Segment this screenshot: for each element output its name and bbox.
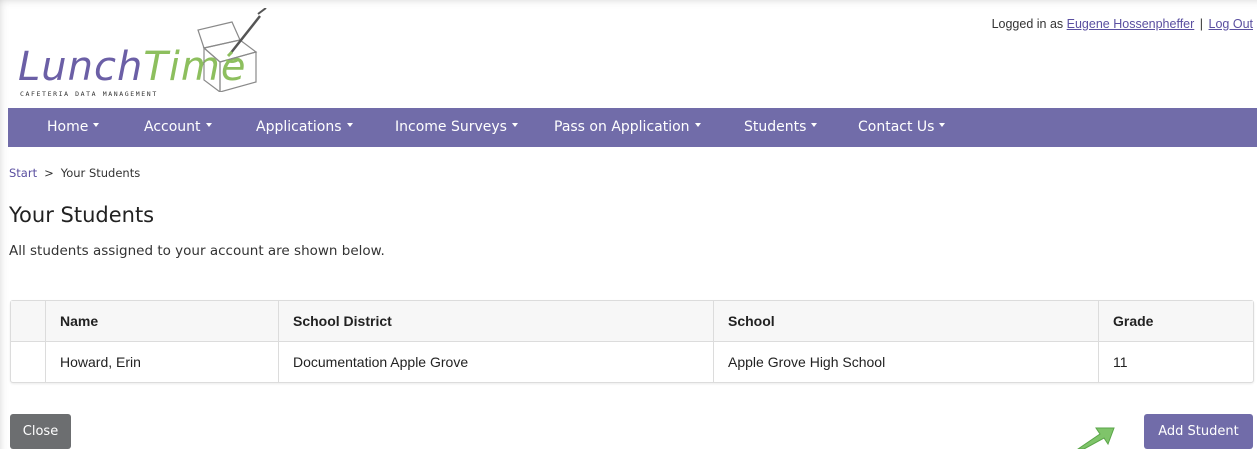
nav-item-label: Students: [744, 119, 807, 135]
nav-item-home[interactable]: Home: [47, 119, 100, 135]
main-nav: Home Account Applications Income Surveys…: [8, 108, 1257, 147]
column-header-school-district[interactable]: School District: [278, 301, 714, 342]
nav-item-contact-us[interactable]: Contact Us: [858, 119, 946, 135]
nav-item-students[interactable]: Students: [744, 119, 818, 135]
app-window: LunchTime CAFETERIA DATA MANAGEMENT Logg…: [0, 0, 1257, 449]
nav-item-pass-on-application[interactable]: Pass on Application: [554, 119, 701, 135]
nav-item-label: Income Surveys: [395, 119, 507, 135]
nav-item-applications[interactable]: Applications: [256, 119, 353, 135]
column-header-grade[interactable]: Grade: [1098, 301, 1253, 342]
nav-item-label: Contact Us: [858, 119, 935, 135]
table-header-row: Name School District School Grade: [11, 301, 1253, 342]
logo-tagline: CAFETERIA DATA MANAGEMENT: [20, 90, 158, 98]
caret-down-icon: [694, 123, 701, 127]
nav-item-account[interactable]: Account: [144, 119, 212, 135]
logout-link[interactable]: Log Out: [1209, 17, 1253, 31]
caret-down-icon: [511, 123, 518, 127]
caret-down-icon: [93, 123, 100, 127]
page-description: All students assigned to your account ar…: [9, 243, 385, 259]
breadcrumb-current: Your Students: [60, 166, 141, 180]
user-status: Logged in as Eugene Hossenpheffer | Log …: [992, 17, 1253, 31]
cell-grade: 11: [1098, 341, 1253, 382]
site-header: LunchTime CAFETERIA DATA MANAGEMENT Logg…: [0, 0, 1257, 108]
userbar-separator: |: [1199, 17, 1204, 31]
lunchbox-pencil-icon: [197, 8, 267, 92]
students-table: Name School District School Grade Howard…: [10, 300, 1254, 383]
row-select-cell[interactable]: [11, 342, 46, 383]
column-header-school[interactable]: School: [713, 301, 1099, 342]
column-header-select: [11, 301, 46, 342]
user-name-link[interactable]: Eugene Hossenpheffer: [1067, 17, 1195, 31]
caret-down-icon: [811, 123, 818, 127]
cell-name: Howard, Erin: [45, 341, 279, 382]
logo-word-lunch: Lunch: [18, 44, 144, 90]
cell-school-district: Documentation Apple Grove: [278, 341, 714, 382]
nav-item-label: Pass on Application: [554, 119, 690, 135]
table-row[interactable]: Howard, Erin Documentation Apple Grove A…: [11, 341, 1253, 383]
nav-item-label: Applications: [256, 119, 342, 135]
nav-item-label: Account: [144, 119, 201, 135]
pointer-arrow-icon: [1077, 427, 1115, 449]
page-title: Your Students: [9, 203, 155, 227]
breadcrumb-separator: >: [44, 166, 54, 180]
cell-school: Apple Grove High School: [713, 341, 1099, 382]
caret-down-icon: [939, 123, 946, 127]
add-student-button[interactable]: Add Student: [1144, 414, 1253, 449]
logged-in-prefix: Logged in as: [991, 17, 1064, 31]
nav-item-label: Home: [47, 119, 89, 135]
close-button[interactable]: Close: [10, 414, 71, 449]
caret-down-icon: [205, 123, 212, 127]
column-header-name[interactable]: Name: [45, 301, 279, 342]
nav-item-income-surveys[interactable]: Income Surveys: [395, 119, 518, 135]
breadcrumb: Start > Your Students: [9, 166, 140, 180]
breadcrumb-start-link[interactable]: Start: [9, 166, 37, 180]
lunchtime-logo[interactable]: LunchTime CAFETERIA DATA MANAGEMENT: [14, 8, 274, 104]
caret-down-icon: [346, 123, 353, 127]
